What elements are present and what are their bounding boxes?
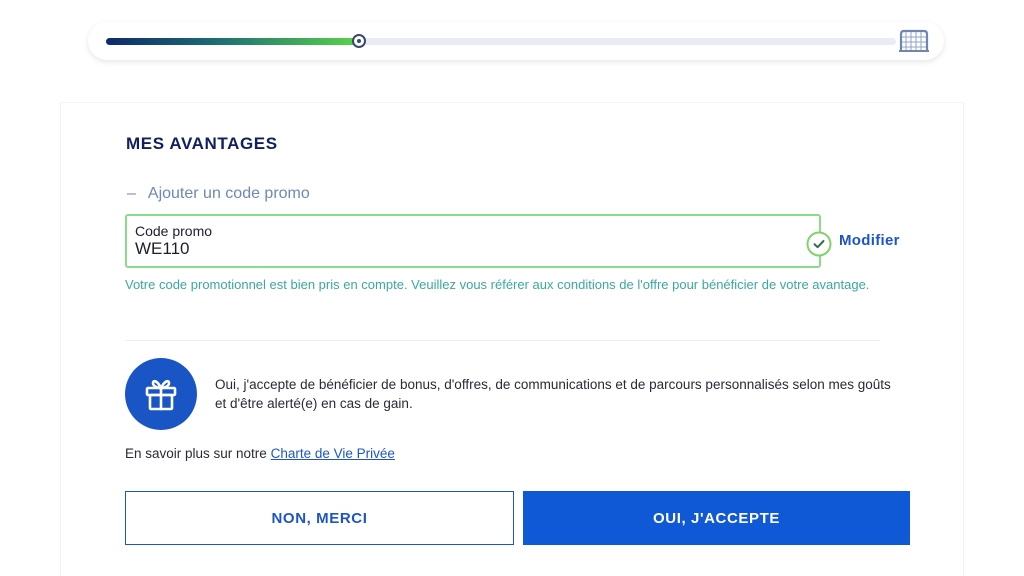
promo-toggle-label: Ajouter un code promo bbox=[147, 185, 310, 202]
progress-card bbox=[88, 22, 944, 60]
accept-button[interactable]: OUI, J'ACCEPTE bbox=[523, 491, 910, 545]
privacy-prefix: En savoir plus sur notre bbox=[125, 446, 271, 461]
gift-badge bbox=[125, 358, 197, 430]
privacy-row: En savoir plus sur notre Charte de Vie P… bbox=[125, 446, 395, 461]
section-title: MES AVANTAGES bbox=[126, 134, 278, 153]
decline-button[interactable]: NON, MERCI bbox=[125, 491, 514, 545]
progress-knob bbox=[351, 34, 366, 48]
collapse-dash-icon: – bbox=[127, 185, 136, 202]
consent-text: Oui, j'accepte de bénéficier de bonus, d… bbox=[215, 377, 891, 411]
progress-fill bbox=[106, 38, 359, 45]
privacy-charter-link[interactable]: Charte de Vie Privée bbox=[271, 446, 395, 461]
promo-success-message: Votre code promotionnel est bien pris en… bbox=[125, 277, 870, 292]
promo-code-label: Code promo bbox=[135, 223, 213, 239]
promo-code-field[interactable]: Code promo bbox=[125, 214, 821, 268]
promo-code-input[interactable] bbox=[135, 239, 811, 259]
promo-code-toggle[interactable]: – Ajouter un code promo bbox=[127, 185, 310, 203]
gift-icon bbox=[145, 379, 177, 411]
modify-promo-link[interactable]: Modifier bbox=[839, 232, 900, 249]
goal-net-icon bbox=[899, 29, 929, 52]
check-circle-icon bbox=[806, 231, 832, 257]
section-divider bbox=[125, 340, 880, 341]
progress-track bbox=[106, 34, 896, 48]
